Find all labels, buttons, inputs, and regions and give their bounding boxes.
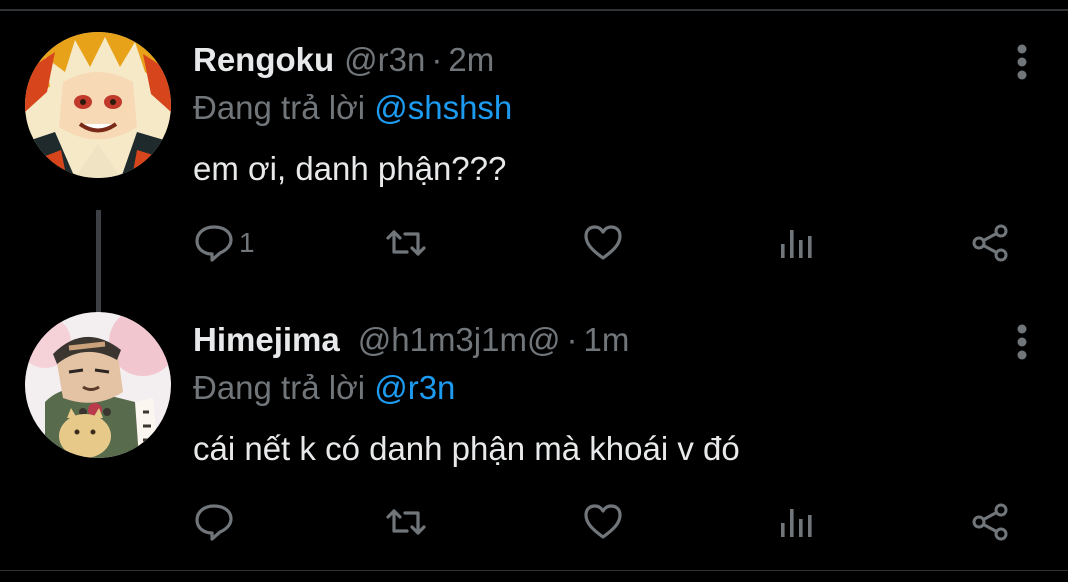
like-button[interactable] bbox=[582, 497, 624, 547]
avatar-anime-flame-hair-image bbox=[25, 32, 171, 178]
reply-button[interactable] bbox=[193, 497, 239, 547]
tweet-actions: 1 bbox=[0, 218, 1068, 268]
share-button[interactable] bbox=[970, 497, 1012, 547]
reply-icon bbox=[195, 225, 233, 262]
retweet-icon bbox=[386, 509, 426, 535]
reply-button[interactable]: 1 bbox=[193, 218, 255, 268]
reply-mention-link[interactable]: @shshsh bbox=[374, 89, 512, 126]
tweet-header: Rengoku @r3n · 2m bbox=[193, 38, 494, 82]
like-button[interactable] bbox=[582, 218, 624, 268]
author-handle[interactable]: @h1m3j1m@ bbox=[358, 321, 561, 358]
tweet-actions bbox=[0, 497, 1068, 547]
tweet-text: em ơi, danh phận??? bbox=[193, 150, 507, 187]
replying-to: Đang trả lời @shshsh bbox=[193, 86, 512, 130]
author-name[interactable]: Himejima bbox=[193, 321, 340, 358]
more-options-button[interactable] bbox=[1005, 44, 1039, 80]
separator-dot: · bbox=[566, 321, 578, 358]
views-icon bbox=[781, 509, 812, 537]
retweet-button[interactable] bbox=[385, 497, 427, 547]
separator-dot: · bbox=[431, 41, 443, 78]
avatar-anime-monk-with-cat-image bbox=[25, 312, 171, 458]
author-name[interactable]: Rengoku bbox=[193, 41, 334, 78]
tweet[interactable]: Himejima @h1m3j1m@ · 1m Đang trả lời @r3n c… bbox=[0, 310, 1068, 560]
reply-thread: Rengoku @r3n · 2m Đang trả lời @shshsh em ơ… bbox=[0, 0, 1068, 582]
retweet-button[interactable] bbox=[385, 218, 427, 268]
reply-mention-link[interactable]: @r3n bbox=[374, 369, 455, 406]
reply-count: 1 bbox=[239, 227, 255, 258]
share-button[interactable] bbox=[970, 218, 1012, 268]
views-button[interactable] bbox=[777, 218, 819, 268]
retweet-icon bbox=[386, 230, 426, 256]
replying-to-label: Đang trả lời bbox=[193, 369, 366, 406]
views-button[interactable] bbox=[777, 497, 819, 547]
reply-icon bbox=[195, 504, 233, 541]
share-icon bbox=[972, 224, 1008, 262]
timestamp[interactable]: 1m bbox=[583, 321, 629, 358]
heart-icon bbox=[584, 504, 622, 539]
timestamp[interactable]: 2m bbox=[448, 41, 494, 78]
tweet-header: Himejima @h1m3j1m@ · 1m bbox=[193, 318, 629, 362]
replying-to: Đang trả lời @r3n bbox=[193, 366, 455, 410]
heart-icon bbox=[584, 225, 622, 260]
views-icon bbox=[781, 230, 812, 258]
replying-to-label: Đang trả lời bbox=[193, 89, 366, 126]
author-handle[interactable]: @r3n bbox=[344, 41, 425, 78]
avatar[interactable] bbox=[25, 312, 171, 458]
divider bbox=[0, 9, 1068, 11]
divider bbox=[0, 570, 1068, 571]
tweet-text: cái nết k có danh phận mà khoái v đó bbox=[193, 430, 740, 467]
avatar[interactable] bbox=[25, 32, 171, 178]
more-options-button[interactable] bbox=[1005, 324, 1039, 360]
tweet[interactable]: Rengoku @r3n · 2m Đang trả lời @shshsh em ơ… bbox=[0, 30, 1068, 338]
more-vertical-icon bbox=[1017, 324, 1027, 360]
more-vertical-icon bbox=[1017, 44, 1027, 80]
share-icon bbox=[972, 503, 1008, 541]
